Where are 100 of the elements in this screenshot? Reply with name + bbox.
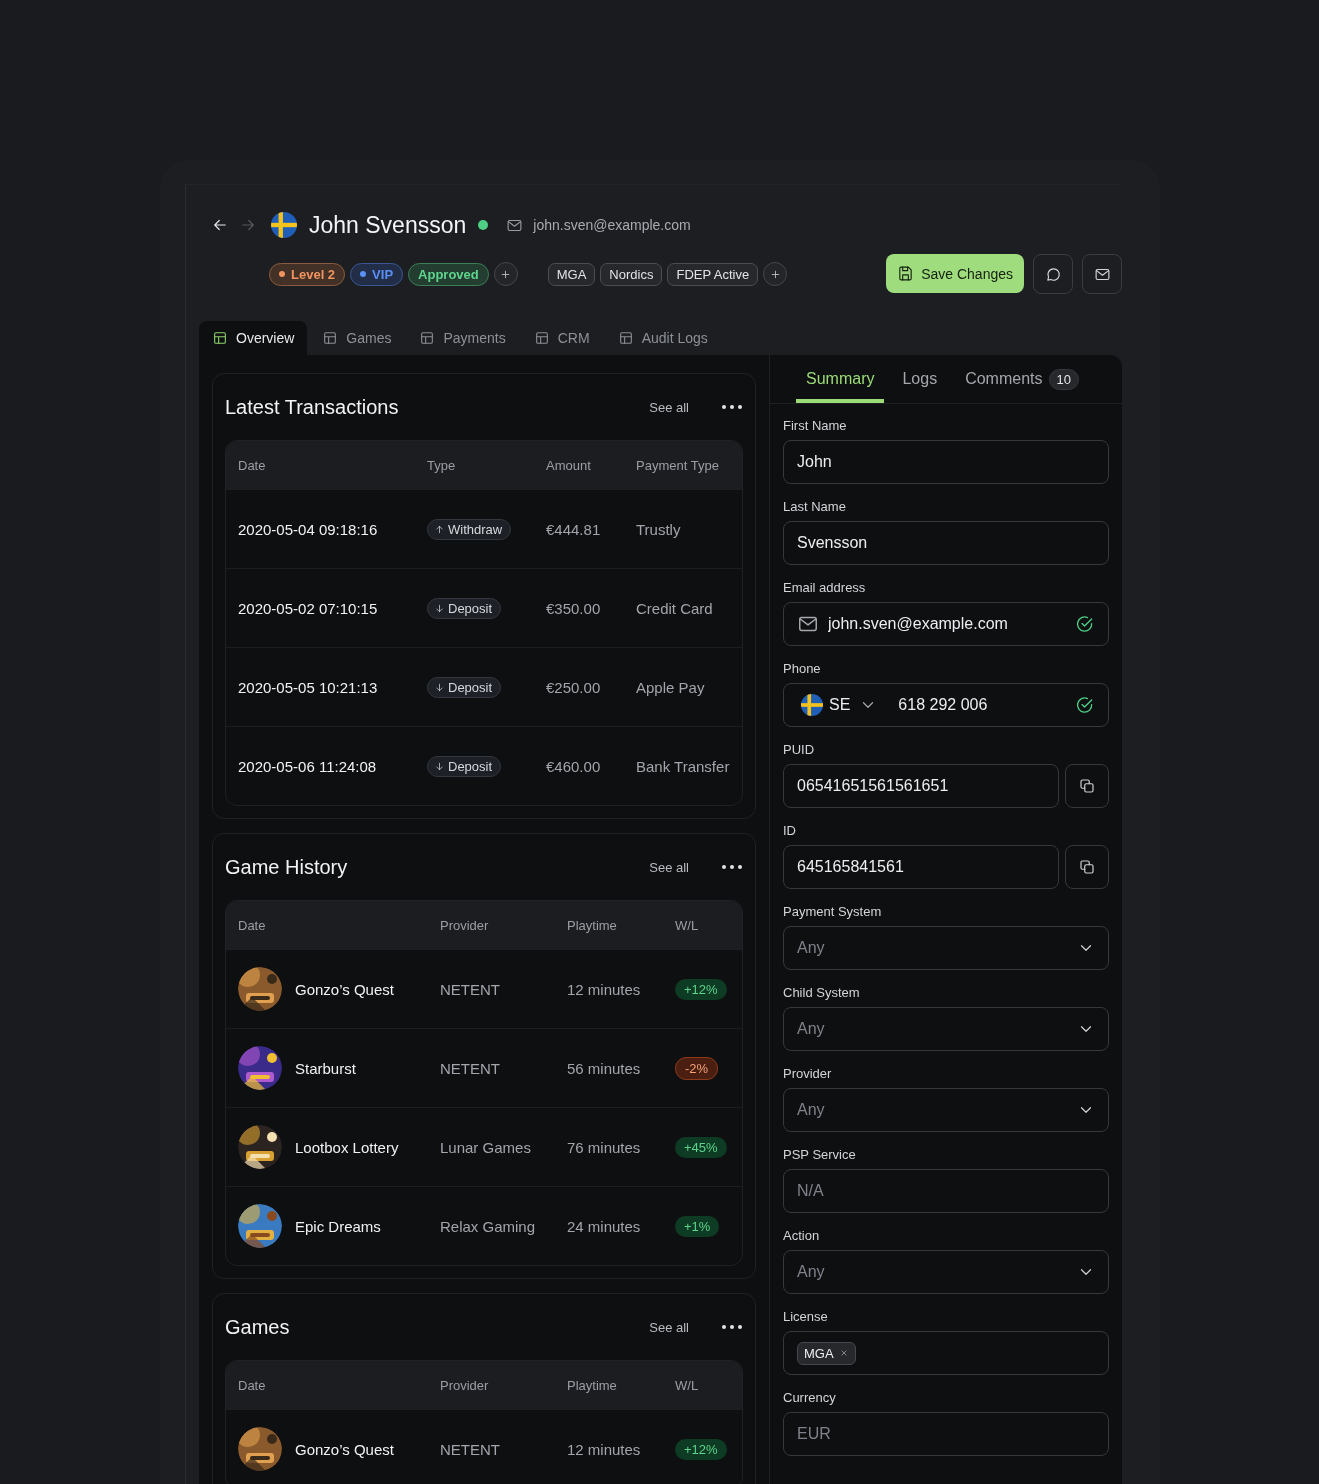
add-tag-button[interactable] — [493, 262, 518, 286]
region-tag: Nordics — [600, 262, 663, 286]
tab[interactable]: Overview — [199, 321, 308, 355]
sweden-flag-icon — [271, 212, 297, 238]
win-loss-badge: +1% — [675, 1215, 720, 1237]
select-field[interactable]: Any — [783, 1250, 1109, 1294]
table-icon — [617, 330, 634, 346]
copy-button[interactable] — [1065, 845, 1109, 889]
table-icon — [419, 330, 436, 346]
field-label: Child System — [783, 985, 861, 1000]
card-title: Latest Transactions — [225, 395, 400, 419]
game-name: Gonzo’s Quest — [295, 980, 394, 998]
column-header: W/L — [675, 917, 700, 933]
tab[interactable]: Payments — [406, 321, 519, 355]
phone-input[interactable]: 618 292 006 — [898, 696, 1066, 714]
field-label: Currency — [783, 1390, 837, 1405]
column-header: Date — [238, 457, 267, 473]
game-name: Starburst — [295, 1059, 356, 1077]
tag-input-field[interactable]: MGA — [783, 1331, 1109, 1375]
table-cell-text: 76 minutes — [567, 1138, 642, 1156]
tab[interactable]: CRM — [520, 321, 603, 355]
table-cell-text: Credit Card — [636, 599, 714, 617]
see-all-link[interactable]: See all — [649, 1319, 689, 1335]
more-button[interactable] — [721, 1324, 743, 1330]
column-header: Playtime — [567, 1377, 618, 1393]
column-header: Playtime — [567, 917, 618, 933]
table-cell-text: 2020-05-05 10:21:13 — [238, 678, 379, 696]
chat-bubble-icon — [1044, 265, 1062, 283]
table-cell-text: 12 minutes — [567, 1440, 642, 1458]
table-cell-text: 56 minutes — [567, 1059, 642, 1077]
copy-button[interactable] — [1065, 764, 1109, 808]
see-all-link[interactable]: See all — [649, 399, 689, 415]
table-cell-text: Lunar Games — [440, 1138, 532, 1156]
select-field[interactable]: Any — [783, 1007, 1109, 1051]
type-badge: Deposit — [427, 755, 502, 777]
field-label: Action — [783, 1228, 821, 1243]
see-all-link[interactable]: See all — [649, 859, 689, 875]
column-header: Amount — [546, 457, 592, 473]
table-cell-text: 12 minutes — [567, 980, 642, 998]
email-text: john.sven@example.com — [533, 217, 691, 233]
select-field[interactable]: Any — [783, 1088, 1109, 1132]
input-field[interactable]: 645165841561 — [783, 845, 1059, 889]
table-cell-text: Relax Gaming — [440, 1217, 537, 1235]
table-cell-text: €460.00 — [546, 757, 602, 775]
tab[interactable]: Logs — [892, 355, 948, 403]
table-icon — [533, 330, 550, 346]
copy-icon — [1078, 858, 1096, 876]
more-icon — [721, 404, 743, 410]
field-label: Email address — [783, 580, 867, 595]
table-cell-text: NETENT — [440, 980, 501, 998]
column-header: Date — [238, 917, 267, 933]
more-button[interactable] — [721, 404, 743, 410]
save-button[interactable]: Save Changes — [886, 254, 1024, 293]
field-label: Phone — [783, 661, 822, 676]
field-label: Provider — [783, 1066, 833, 1081]
game-name: Gonzo’s Quest — [295, 1440, 394, 1458]
column-header: Provider — [440, 1377, 490, 1393]
table-icon — [212, 330, 228, 346]
field-label: Payment System — [783, 904, 883, 919]
input-field[interactable]: John — [783, 440, 1109, 484]
tab[interactable]: Games — [309, 321, 405, 355]
tab[interactable]: Comments 10 — [955, 355, 1089, 403]
email-field[interactable]: john.sven@example.com — [783, 602, 1109, 646]
table-cell-text: 2020-05-06 11:24:08 — [238, 757, 378, 775]
game-name: Lootbox Lottery — [295, 1138, 399, 1156]
region-tag: FDEP Active — [667, 262, 759, 286]
field-label: ID — [783, 823, 797, 838]
input-field[interactable]: EUR — [783, 1412, 1109, 1456]
add-tag-button[interactable] — [763, 262, 788, 286]
table-icon — [322, 330, 339, 346]
select-field[interactable]: Any — [783, 926, 1109, 970]
input-field[interactable]: N/A — [783, 1169, 1109, 1213]
tab[interactable]: Audit Logs — [604, 321, 721, 355]
type-badge: Withdraw — [427, 518, 512, 540]
save-icon — [897, 265, 915, 282]
tag-label: VIP — [372, 266, 394, 282]
table-cell-text: NETENT — [440, 1059, 501, 1077]
tab[interactable]: Summary — [796, 355, 885, 403]
table-cell-text: Trustly — [636, 520, 682, 538]
type-badge: Deposit — [427, 597, 502, 619]
column-header: Payment Type — [636, 457, 720, 473]
field-label: License — [783, 1309, 829, 1324]
card-title: Game History — [225, 855, 349, 879]
country-code[interactable]: SE — [829, 696, 851, 714]
license-chip: MGA — [797, 1341, 856, 1365]
mail-button[interactable] — [1082, 254, 1122, 294]
more-button[interactable] — [721, 864, 743, 870]
game-name: Epic Dreams — [295, 1217, 381, 1235]
input-field[interactable]: Svensson — [783, 521, 1109, 565]
more-icon — [721, 864, 743, 870]
input-field[interactable]: 06541651561561651 — [783, 764, 1059, 808]
sweden-flag-icon — [801, 694, 823, 716]
comment-button[interactable] — [1033, 254, 1073, 294]
field-label: First Name — [783, 418, 848, 433]
player-name: John Svensson — [309, 211, 467, 239]
type-badge: Deposit — [427, 676, 502, 698]
phone-field[interactable]: SE 618 292 006 — [783, 683, 1109, 727]
email-input[interactable]: john.sven@example.com — [828, 615, 1066, 633]
column-header: W/L — [675, 1377, 700, 1393]
close-icon — [838, 1348, 849, 1358]
